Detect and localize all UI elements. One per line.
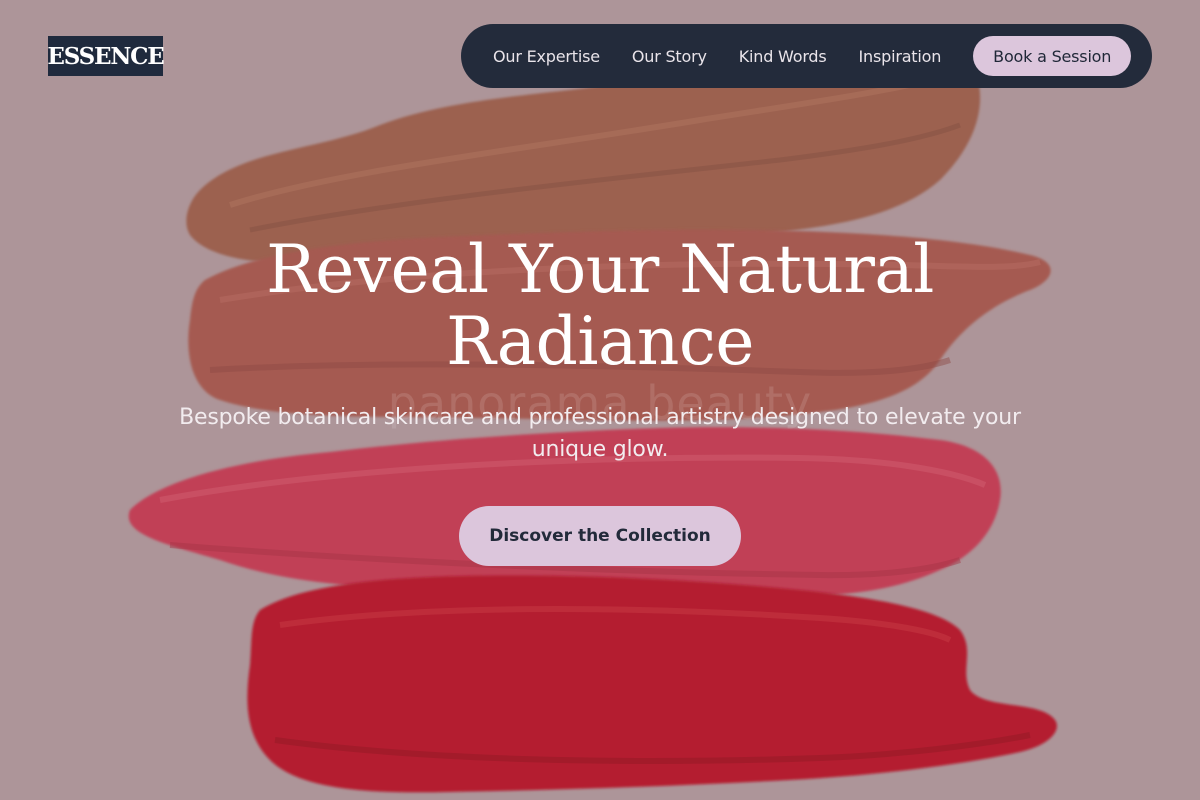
brand-logo[interactable]: ESSENCE (47, 36, 165, 76)
hero-title-line-1: Reveal Your Natural (266, 231, 934, 308)
nav-link-kind-words[interactable]: Kind Words (739, 47, 827, 66)
nav-link-our-story[interactable]: Our Story (632, 47, 707, 66)
main-navigation: Our Expertise Our Story Kind Words Inspi… (461, 24, 1152, 88)
hero-subtitle: Bespoke botanical skincare and professio… (150, 402, 1050, 466)
nav-link-our-expertise[interactable]: Our Expertise (493, 47, 600, 66)
hero-title-line-2: Radiance (446, 303, 754, 380)
hero-subtitle-line-1: Bespoke botanical skincare and professio… (179, 405, 1021, 430)
nav-link-inspiration[interactable]: Inspiration (859, 47, 942, 66)
discover-collection-button[interactable]: Discover the Collection (459, 506, 741, 566)
hero-title: Reveal Your Natural Radiance (150, 234, 1050, 378)
book-session-button[interactable]: Book a Session (973, 36, 1132, 76)
hero-subtitle-line-2: unique glow. (531, 437, 669, 462)
